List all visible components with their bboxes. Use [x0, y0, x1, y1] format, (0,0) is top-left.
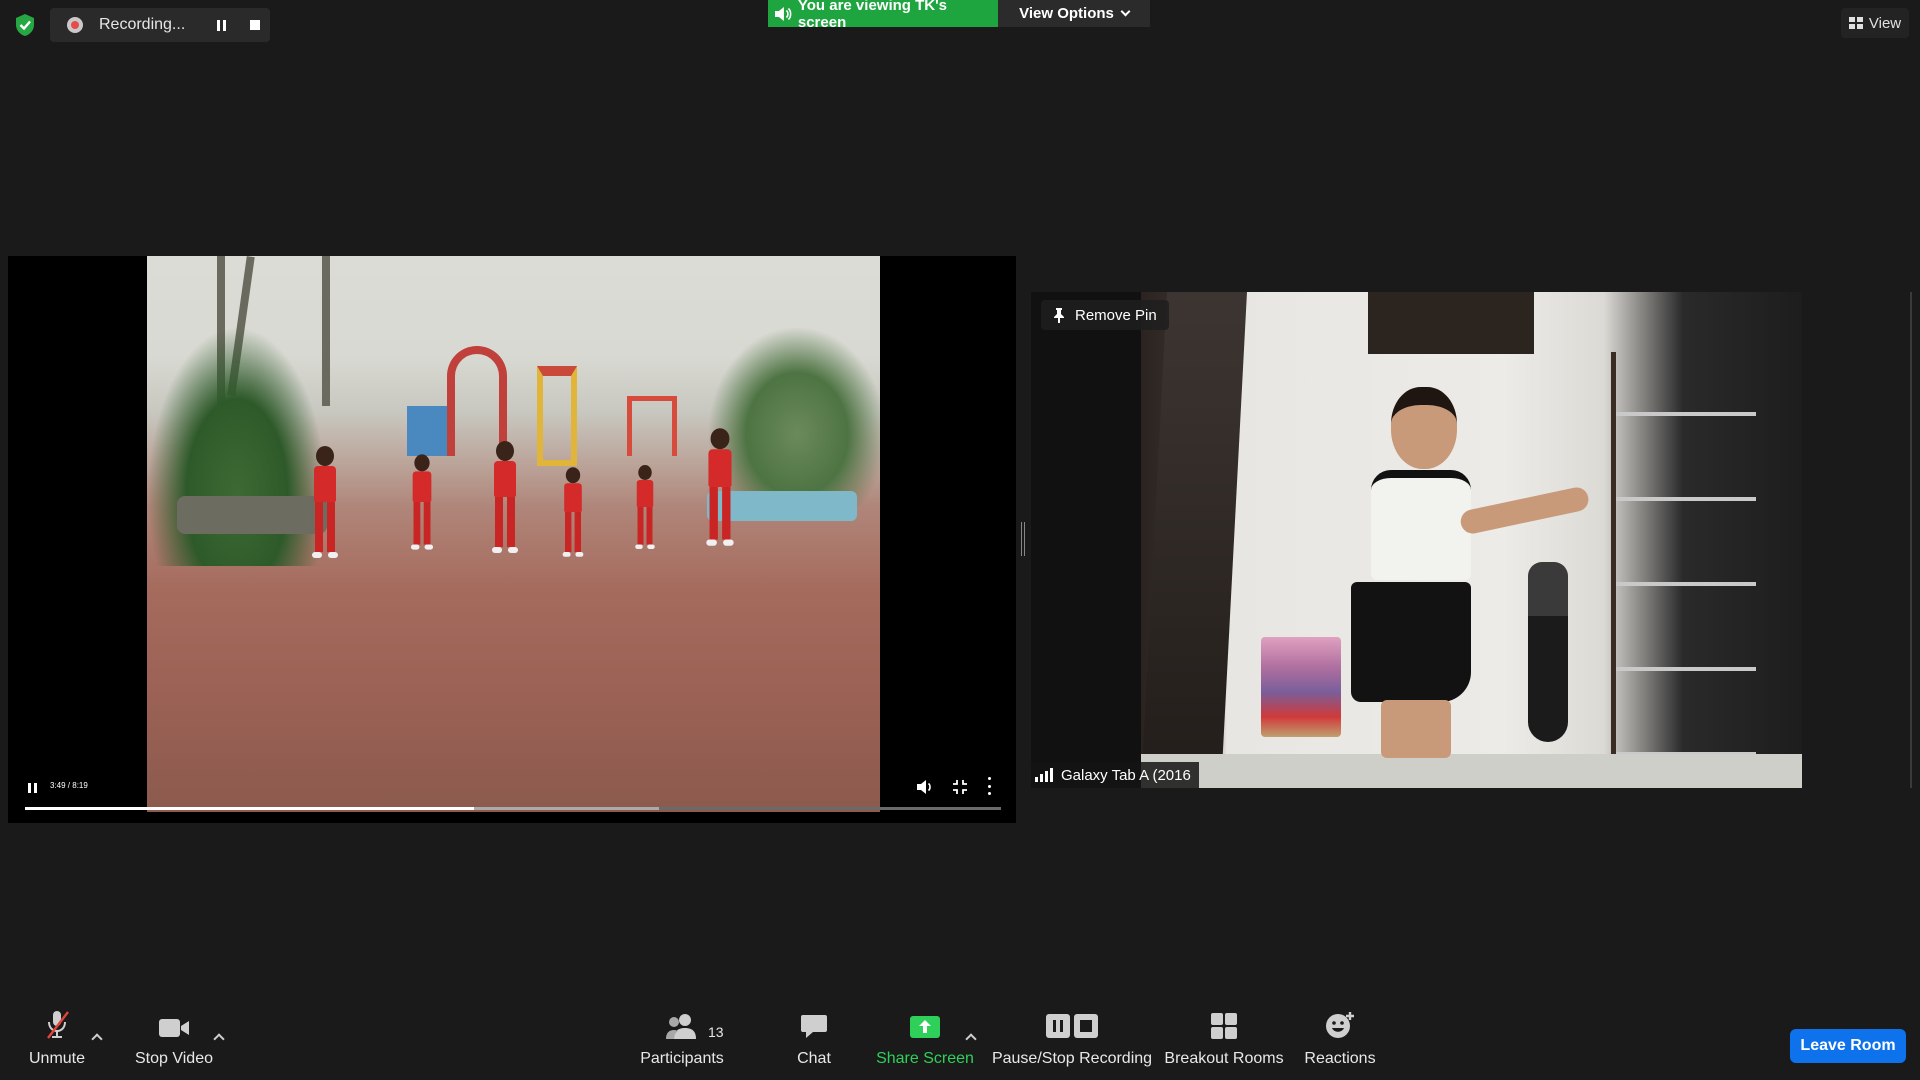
gallery-grid-icon [1848, 17, 1863, 29]
reactions-label: Reactions [1304, 1050, 1376, 1067]
share-screen-label: Share Screen [876, 1050, 974, 1067]
security-shield-icon[interactable] [14, 13, 36, 37]
chat-button[interactable]: Chat [784, 1006, 844, 1080]
breakout-rooms-button[interactable]: Breakout Rooms [1164, 1006, 1284, 1080]
recording-label: Recording... [99, 16, 186, 33]
participants-button[interactable]: 13 Participants [638, 1006, 726, 1080]
reactions-button[interactable]: Reactions [1300, 1006, 1380, 1080]
share-options-caret-icon[interactable] [964, 1030, 978, 1044]
pause-recording-icon[interactable] [207, 11, 235, 39]
stop-recording-icon[interactable] [241, 11, 269, 39]
player-progress-fill [25, 807, 474, 810]
participant-camera-image [1141, 292, 1802, 788]
chat-bubble-icon [801, 1015, 827, 1038]
remove-pin-label: Remove Pin [1075, 306, 1157, 324]
pause-stop-recording-label: Pause/Stop Recording [991, 1050, 1153, 1067]
view-options-button[interactable]: View Options [998, 0, 1150, 27]
participant-name: Galaxy Tab A (2016 [1061, 766, 1191, 784]
remove-pin-button[interactable]: Remove Pin [1041, 300, 1169, 330]
fullscreen-exit-icon[interactable] [951, 778, 969, 796]
muted-microphone-icon [47, 1011, 69, 1039]
reactions-smiley-icon [1326, 1012, 1354, 1038]
viewing-banner-text: You are viewing TK's screen [797, 0, 948, 31]
stop-video-label: Stop Video [135, 1050, 213, 1067]
player-progress-bar[interactable] [25, 807, 1001, 810]
viewing-screen-banner: You are viewing TK's screen [768, 0, 998, 31]
participants-count: 13 [708, 1024, 724, 1040]
unmute-button[interactable]: Unmute [22, 1006, 92, 1080]
right-panel-edge [1910, 292, 1912, 788]
recording-dot-icon [67, 17, 83, 33]
video-options-caret-icon[interactable] [212, 1030, 226, 1044]
video-camera-icon [159, 1019, 189, 1037]
share-screen-button[interactable]: Share Screen [875, 1006, 975, 1080]
view-label: View [1868, 14, 1902, 32]
view-button[interactable]: View [1841, 8, 1909, 38]
leave-room-button[interactable]: Leave Room [1790, 1029, 1906, 1063]
share-screen-icon [910, 1016, 940, 1038]
participants-label: Participants [640, 1050, 724, 1067]
breakout-rooms-label: Breakout Rooms [1164, 1050, 1284, 1067]
audio-options-caret-icon[interactable] [90, 1030, 104, 1044]
pause-stop-recording-button[interactable]: Pause/Stop Recording [992, 1006, 1152, 1080]
participants-icon [666, 1014, 696, 1039]
video-player-controls: 3:49 / 8:19 [8, 763, 1016, 823]
volume-icon[interactable] [915, 777, 935, 797]
stop-video-button[interactable]: Stop Video [130, 1006, 218, 1080]
pause-stop-recording-icon [1046, 1014, 1098, 1038]
player-time: 3:49 / 8:19 [50, 781, 88, 790]
pin-icon [1054, 308, 1064, 323]
panel-resize-handle[interactable] [1021, 522, 1025, 556]
player-pause-icon[interactable] [24, 780, 40, 796]
shared-video-image [147, 256, 880, 812]
chat-label: Chat [797, 1050, 831, 1067]
recording-indicator: Recording... [50, 8, 270, 42]
breakout-rooms-icon [1211, 1013, 1237, 1039]
speaker-icon [774, 6, 792, 21]
view-options-label: View Options [1019, 5, 1114, 22]
shared-screen-view[interactable]: 3:49 / 8:19 [8, 256, 1016, 823]
participant-name-tag: Galaxy Tab A (2016 [1031, 762, 1199, 788]
meeting-toolbar: Unmute Stop Video 13 Participants Chat S… [0, 1006, 1920, 1080]
zoom-meeting-window: Recording... You are viewing TK's screen… [0, 0, 1920, 1080]
connection-signal-icon [1035, 768, 1053, 782]
chevron-down-icon [1120, 6, 1131, 16]
more-options-icon[interactable] [987, 777, 991, 795]
pinned-participant-video[interactable]: Remove Pin Galaxy Tab A (2016 [1031, 292, 1802, 788]
unmute-label: Unmute [28, 1050, 86, 1067]
